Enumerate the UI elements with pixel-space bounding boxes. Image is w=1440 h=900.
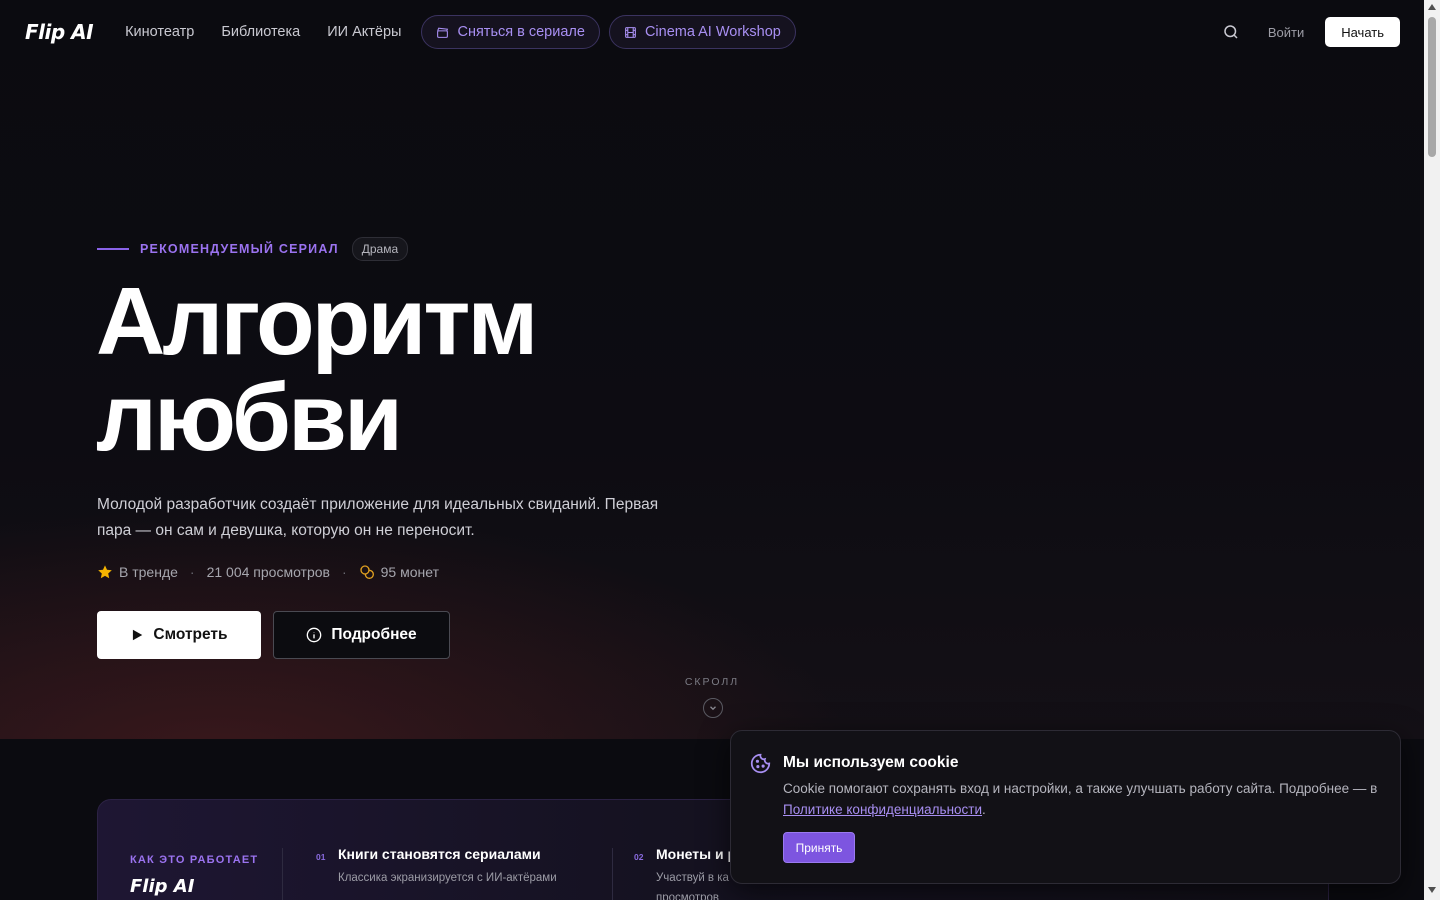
series-title: Алгоритм любви (96, 274, 716, 466)
more-info-button-label: Подробнее (331, 626, 417, 643)
step-number: 01 (316, 852, 326, 862)
cookie-text: Cookie помогают сохранять вход и настрой… (783, 779, 1383, 820)
cast-in-series-label: Сняться в сериале (457, 24, 585, 40)
step-subtitle: Классика экранизируется с ИИ-актёрами (338, 872, 557, 884)
series-meta: В тренде · 21 004 просмотров · 95 монет (97, 564, 439, 580)
cast-in-series-button[interactable]: Сняться в сериале (421, 15, 600, 49)
start-button[interactable]: Начать (1325, 17, 1400, 47)
page-scrollbar[interactable] (1424, 0, 1440, 900)
how-it-works-logo: Flip AI (130, 876, 195, 897)
scroll-down-button[interactable] (703, 698, 723, 718)
coin-price-label: 95 монет (380, 564, 439, 580)
privacy-policy-link[interactable]: Политике конфиденциальности (783, 802, 982, 817)
step-title: Книги становятся сериалами (338, 846, 541, 862)
hero-section: РЕКОМЕНДУЕМЫЙ СЕРИАЛ Драма Алгоритм любв… (0, 0, 1424, 739)
cookie-title: Мы используем cookie (783, 754, 959, 771)
featured-accent-line (97, 248, 129, 250)
coin-price: 95 монет (359, 564, 439, 580)
star-icon (98, 565, 112, 579)
series-title-line-2: любви (96, 364, 403, 471)
cookie-text-body: Cookie помогают сохранять вход и настрой… (783, 781, 1378, 796)
cookie-text-end: . (982, 801, 986, 817)
cookie-icon (750, 753, 771, 774)
genre-badge: Драма (351, 237, 409, 261)
workshop-button[interactable]: Cinema AI Workshop (608, 15, 796, 49)
featured-label: РЕКОМЕНДУЕМЫЙ СЕРИАЛ (140, 242, 339, 256)
more-info-button[interactable]: Подробнее (273, 611, 450, 659)
cookie-banner: Мы используем cookie Cookie помогают сох… (730, 730, 1401, 884)
info-icon (306, 627, 322, 643)
nav-link-ai-actors[interactable]: ИИ Актёры (327, 24, 401, 40)
scroll-down-arrow[interactable] (1428, 887, 1436, 893)
featured-header: РЕКОМЕНДУЕМЫЙ СЕРИАЛ Драма (97, 237, 409, 261)
accept-cookies-button[interactable]: Принять (783, 832, 855, 863)
top-navbar: Flip AI Кинотеатр Библиотека ИИ Актёры С… (0, 0, 1424, 64)
step-item: 01 Книги становятся сериалами Классика э… (316, 846, 606, 888)
nav-link-library[interactable]: Библиотека (221, 24, 300, 40)
chevron-down-icon (710, 706, 716, 711)
divider (612, 848, 613, 900)
scroll-up-arrow[interactable] (1428, 4, 1436, 10)
scrollbar-thumb[interactable] (1428, 17, 1436, 157)
coins-icon (359, 565, 374, 579)
trending-label: В тренде (119, 564, 178, 580)
meta-separator: · (341, 564, 347, 580)
series-title-line-1: Алгоритм (96, 268, 538, 375)
workshop-label: Cinema AI Workshop (644, 24, 781, 40)
meta-separator: · (189, 564, 195, 580)
series-description: Молодой разработчик создаёт приложение д… (97, 496, 659, 539)
clapperboard-icon (437, 27, 449, 38)
divider (282, 848, 283, 900)
film-icon (625, 26, 636, 38)
views-count: 21 004 просмотров (206, 564, 330, 580)
play-icon (133, 629, 143, 641)
watch-button[interactable]: Смотреть (97, 611, 261, 659)
scroll-hint: СКРОЛЛ (684, 676, 740, 688)
step-number: 02 (634, 852, 644, 862)
nav-link-cinema[interactable]: Кинотеатр (125, 24, 194, 40)
login-link[interactable]: Войти (1268, 25, 1304, 40)
logo[interactable]: Flip AI (25, 20, 94, 44)
watch-button-label: Смотреть (153, 626, 228, 643)
search-icon[interactable] (1222, 23, 1240, 41)
how-it-works-label: КАК ЭТО РАБОТАЕТ (130, 854, 259, 866)
